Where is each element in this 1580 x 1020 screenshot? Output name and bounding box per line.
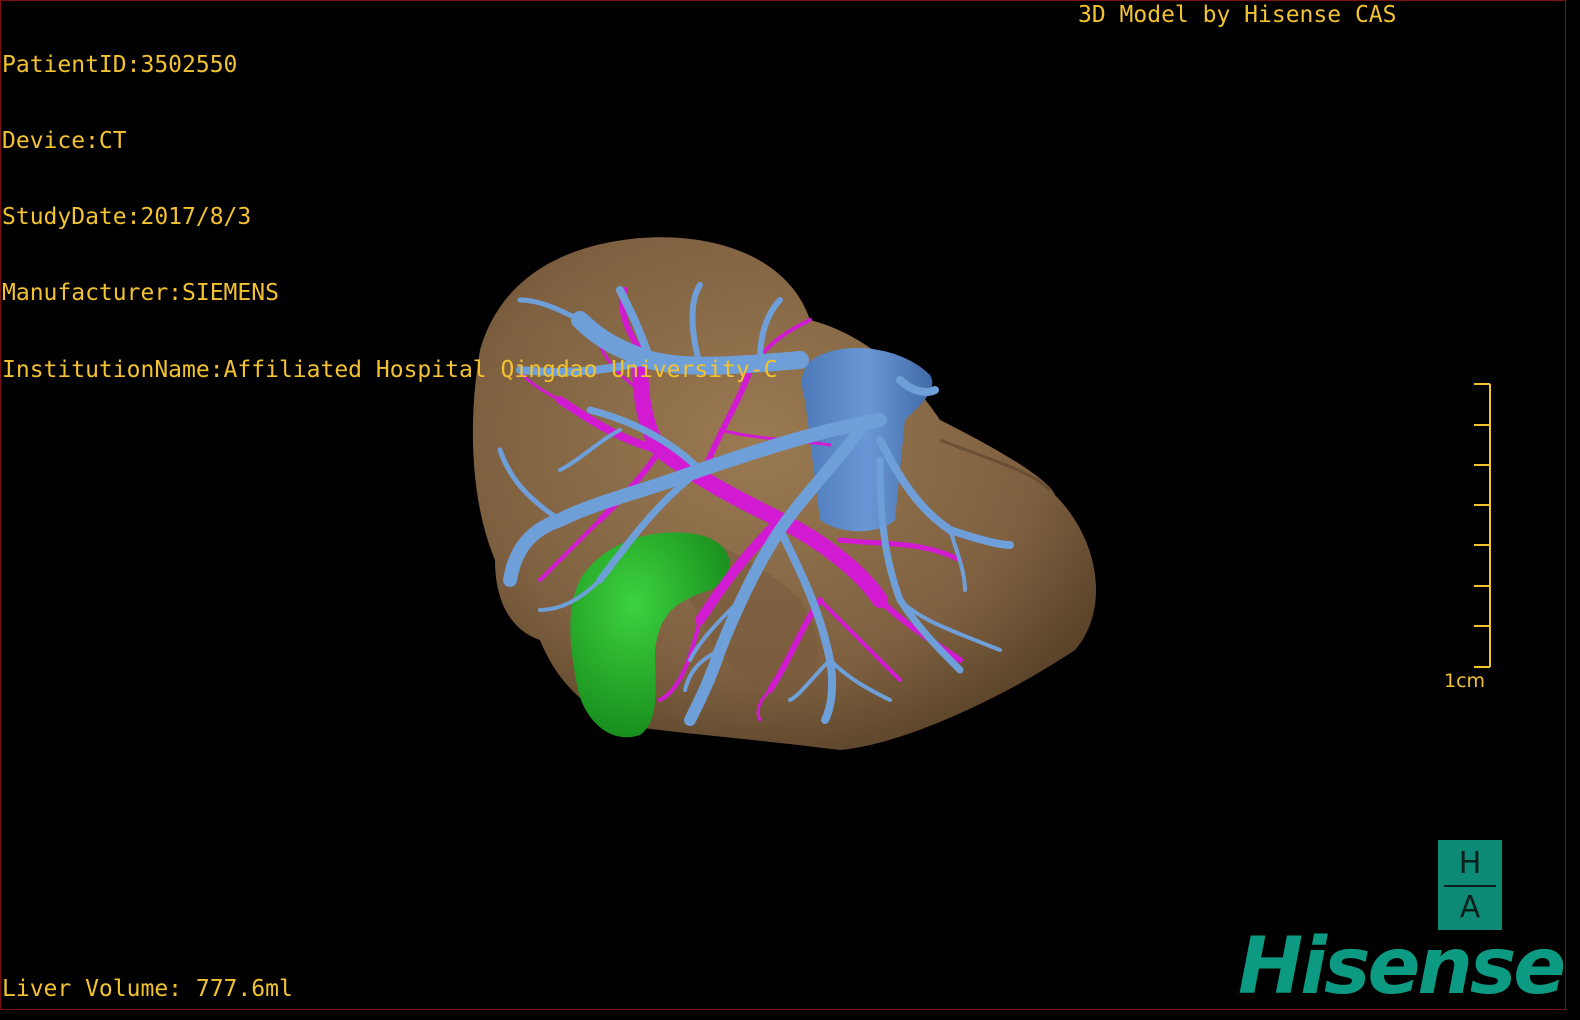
dicom-info-overlay: PatientID:3502550 Device:CT StudyDate:20…: [2, 2, 777, 408]
ha-badge-bottom: A: [1459, 890, 1481, 925]
scale-bar-label: 1cm: [1444, 670, 1486, 692]
study-date-label: StudyDate:2017/8/3: [2, 204, 252, 231]
model-credit-label: 3D Model by Hisense CAS: [1078, 2, 1397, 28]
manufacturer-label: Manufacturer:SIEMENS: [2, 280, 279, 307]
ha-badge-top: H: [1458, 846, 1482, 881]
ha-badge-logo: H A: [1438, 840, 1502, 930]
scale-bar: [1474, 383, 1491, 668]
hisense-wordmark-logo: Hisense: [1238, 922, 1566, 1012]
liver-volume-label: Liver Volume: 777.6ml: [2, 976, 293, 1002]
institution-label: InstitutionName:Affiliated Hospital Qing…: [2, 356, 778, 383]
ha-badge-divider: [1444, 885, 1496, 887]
patient-id-label: PatientID:3502550: [2, 51, 238, 78]
device-label: Device:CT: [2, 128, 127, 155]
